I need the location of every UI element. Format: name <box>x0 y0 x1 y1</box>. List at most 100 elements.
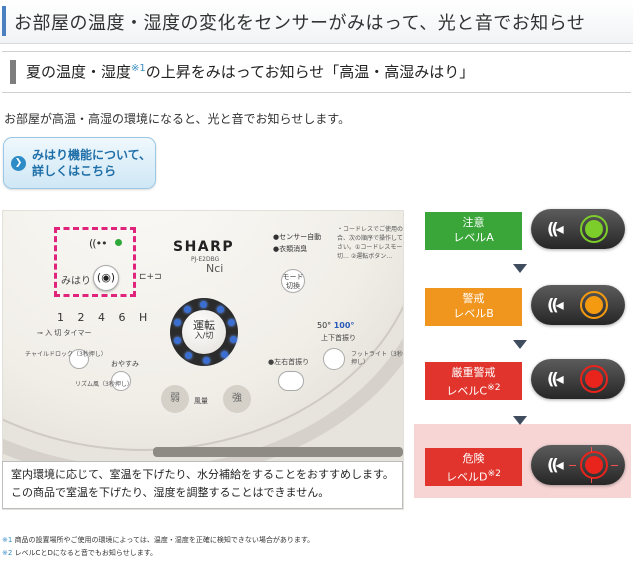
green-led-icon <box>585 220 603 238</box>
flash-line <box>611 465 618 466</box>
section-title: 夏の温度・湿度※1の上昇をみはってお知らせ「高温・高湿みはり」 <box>26 61 474 82</box>
intro-text: お部屋が高温・高湿の環境になると、光と音でお知らせします。 <box>4 112 351 126</box>
fan-weak-button: 弱 <box>161 385 189 413</box>
advice-note: 室内環境に応じて、室温を下げたり、水分補給をすることをおすすめします。 この商品… <box>2 461 403 509</box>
ring-led <box>184 306 191 313</box>
ring-led <box>185 352 192 359</box>
flashing-red-led-icon <box>585 456 603 474</box>
mode-button: モード切換 <box>281 269 305 293</box>
battery-icon: ⊏+⊐ <box>139 272 162 282</box>
sound-wave-indicator: ((•• <box>89 237 108 250</box>
more-info-button[interactable]: ❯ みはり機能について、 詳しくはこちら <box>3 137 156 189</box>
level-name-row: レベルC※2 <box>425 380 522 399</box>
nci-logo: Nci <box>206 262 224 275</box>
more-info-label: みはり機能について、 詳しくはこちら <box>32 147 152 179</box>
orange-led-icon <box>585 296 603 314</box>
level-badge: 注意 レベルA <box>425 212 522 250</box>
flash-line <box>569 465 576 466</box>
section-title-text-after: の上昇をみはってお知らせ「高温・高湿みはり」 <box>145 63 475 81</box>
indicator-led <box>115 239 122 246</box>
level-name: レベルB <box>453 307 494 320</box>
sensor-item: ●衣類消臭 <box>273 245 308 253</box>
indicator-light: ((◂ <box>531 445 625 485</box>
page-header: お部屋の温度・湿度の変化をセンサーがみはって、光と音でお知らせ <box>0 0 633 44</box>
timer-label-text: 入 切 タイマー <box>45 329 92 337</box>
footnote-text: レベルCとDになると音でもお知らせします。 <box>14 549 157 557</box>
footnote-mark: ※1 <box>2 536 13 544</box>
level-title: 厳重警戒 <box>451 366 496 379</box>
level-name: レベルD <box>446 470 488 484</box>
arrow-down-icon <box>513 340 527 349</box>
angle-100: 100° <box>333 321 355 330</box>
ring-led <box>174 337 181 344</box>
indicator-light: ((◂ <box>531 209 625 249</box>
footnote-ref-2: ※2 <box>487 468 501 479</box>
mimamori-button: (◉) <box>93 265 119 291</box>
key-icon: ⊸ <box>37 329 46 337</box>
ring-led <box>200 301 207 308</box>
level-title: 危険 <box>462 452 485 465</box>
childlock-label: チャイルドロック（3秒押し） <box>25 351 107 358</box>
level-badge: 警戒 レベルB <box>425 288 522 326</box>
more-info-line1: みはり機能について、 <box>32 148 152 162</box>
sound-wave-icon: ((◂ <box>547 369 564 388</box>
footnote-mark: ※2 <box>2 549 13 557</box>
advice-line: この商品で室温を下げたり、湿度を調整することはできません。 <box>11 486 330 499</box>
level-row-c: 厳重警戒 レベルC※2 ((◂ <box>412 356 631 412</box>
timer-label: ⊸ 入 切 タイマー <box>37 328 92 338</box>
footnote-text: 商品の設置場所やご使用の環境によっては、温度・湿度を正確に検知できない場合があり… <box>14 536 315 544</box>
horizontal-swing-button <box>278 371 304 391</box>
swing-angle: 50° 100° <box>317 321 354 330</box>
device-base <box>153 447 403 457</box>
level-title: 警戒 <box>462 292 485 305</box>
footnote-2: ※2 レベルCとDになると音でもお知らせします。 <box>2 548 157 558</box>
footnote-ref-1: ※1 <box>131 63 146 74</box>
level-row-a: 注意 レベルA ((◂ <box>412 206 631 262</box>
power-button: 運転 入/切 <box>182 310 226 354</box>
indicator-light: ((◂ <box>531 359 625 399</box>
ring-led <box>174 319 181 326</box>
section-heading: 夏の温度・湿度※1の上昇をみはってお知らせ「高温・高湿みはり」 <box>2 51 631 93</box>
power-sublabel: 入/切 <box>194 331 214 340</box>
indicator-light: ((◂ <box>531 285 625 325</box>
more-info-line2: 詳しくはこちら <box>32 164 117 178</box>
level-row-b: 警戒 レベルB ((◂ <box>412 282 631 338</box>
alert-levels: 注意 レベルA ((◂ 警戒 レベルB ((◂ 厳重警戒 レベルC※2 ((◂ <box>412 206 631 506</box>
ring-led <box>203 357 210 364</box>
fan-strong-button: 強 <box>223 385 251 413</box>
header-accent-bar <box>2 6 6 36</box>
vertical-swing-button <box>323 348 345 370</box>
ring-led <box>221 351 228 358</box>
level-name: レベルC <box>446 384 488 398</box>
red-led-icon <box>585 370 603 388</box>
flash-line <box>591 478 592 483</box>
rhythm-label: リズム風（3秒押し） <box>75 381 133 388</box>
ring-led <box>230 336 237 343</box>
fan-speed-label: 風量 <box>194 397 208 405</box>
oyasumi-label: おやすみ <box>111 360 139 368</box>
footlight-label: フットライト（3秒押し） <box>351 351 403 366</box>
brand-logo: SHARP <box>173 239 235 255</box>
vertical-swing-label: 上下首振り <box>321 334 356 342</box>
level-badge: 危険 レベルD※2 <box>425 448 522 486</box>
arrow-down-icon <box>513 416 527 425</box>
footnote-ref-2: ※2 <box>487 382 501 393</box>
flash-line <box>591 447 592 452</box>
section-accent-bar <box>10 60 16 84</box>
mimamori-label: みはり <box>61 276 91 287</box>
section-title-text: 夏の温度・湿度 <box>26 63 132 81</box>
level-title: 注意 <box>462 216 485 229</box>
sensor-item: ●センサー自動 <box>273 233 322 241</box>
sound-wave-icon: ((◂ <box>547 295 564 314</box>
arrow-down-icon <box>513 264 527 273</box>
level-name-row: レベルD※2 <box>425 466 522 485</box>
footnote-1: ※1 商品の設置場所やご使用の環境によっては、温度・湿度を正確に検知できない場合… <box>2 535 314 545</box>
horizontal-swing-label: ●左右首振り <box>268 358 310 366</box>
page-title: お部屋の温度・湿度の変化をセンサーがみはって、光と音でお知らせ <box>14 13 586 34</box>
chevron-right-icon: ❯ <box>11 156 26 171</box>
angle-50: 50° <box>317 321 332 330</box>
cordless-instructions: ・コードレスでご使用の場合、次の順序で操作してください。①コードレスモード切… … <box>337 226 404 260</box>
power-label: 運転 <box>193 319 215 332</box>
sensor-list: ●センサー自動 ●衣類消臭 <box>273 231 321 255</box>
sound-wave-icon: ((◂ <box>547 219 564 238</box>
